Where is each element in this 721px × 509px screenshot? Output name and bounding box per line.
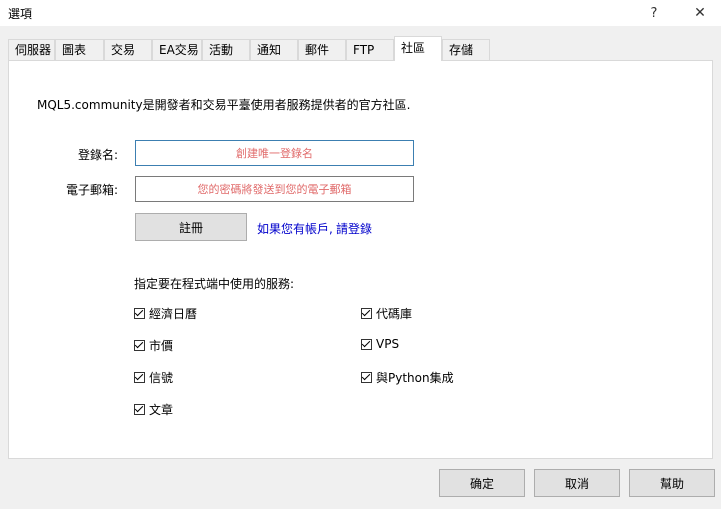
register-button[interactable]: 註冊 [135, 213, 247, 241]
login-input[interactable] [135, 140, 414, 166]
checkbox-checked-icon[interactable] [134, 404, 145, 415]
tab-ftp[interactable]: FTP [346, 39, 394, 60]
service-python-integration[interactable]: 與Python集成 [361, 369, 454, 386]
window-title: 選項 [8, 7, 33, 21]
checkbox-checked-icon[interactable] [361, 338, 372, 350]
service-label: VPS [376, 337, 400, 351]
login-label: 登錄名: [77, 148, 118, 162]
service-articles[interactable]: 文章 [134, 401, 173, 418]
services-title: 指定要在程式端中使用的服務: [134, 277, 295, 291]
checkbox-checked-icon[interactable] [361, 308, 372, 319]
service-economic-calendar[interactable]: 經濟日曆 [134, 305, 197, 322]
checkbox-checked-icon[interactable] [134, 372, 145, 383]
intro-text: MQL5.community是開發者和交易平臺使用者服務提供者的官方社區. [37, 98, 411, 112]
checkbox-checked-icon[interactable] [134, 340, 145, 351]
tab-events[interactable]: 活動 [202, 39, 250, 60]
email-input[interactable] [135, 176, 414, 202]
service-label: 信號 [149, 371, 174, 385]
title-bar: 選項 ? ✕ [0, 0, 721, 26]
close-icon[interactable]: ✕ [680, 0, 720, 26]
email-label: 電子郵箱: [65, 183, 118, 197]
checkbox-checked-icon[interactable] [134, 308, 145, 319]
service-code-base[interactable]: 代碼庫 [361, 305, 412, 322]
tab-notifications[interactable]: 通知 [250, 39, 298, 60]
tab-storage[interactable]: 存儲 [442, 39, 490, 60]
tab-email[interactable]: 郵件 [298, 39, 346, 60]
service-vps[interactable]: VPS [361, 337, 399, 351]
service-label: 經濟日曆 [149, 307, 198, 321]
login-link-prefix[interactable]: 如果您有帳戶, [257, 220, 333, 237]
cancel-button[interactable]: 取消 [534, 469, 620, 497]
help-icon[interactable]: ? [634, 0, 674, 26]
help-button[interactable]: 幫助 [629, 469, 715, 497]
service-label: 與Python集成 [376, 371, 454, 385]
tab-servers[interactable]: 伺服器 [8, 39, 55, 60]
service-label: 市價 [149, 339, 174, 353]
tab-charts[interactable]: 圖表 [55, 39, 104, 60]
tab-expert-advisors[interactable]: EA交易 [152, 39, 202, 60]
service-label: 代碼庫 [376, 307, 413, 321]
tab-community[interactable]: 社區 [394, 36, 442, 61]
community-panel: MQL5.community是開發者和交易平臺使用者服務提供者的官方社區. 登錄… [8, 60, 713, 459]
tab-trade[interactable]: 交易 [104, 39, 152, 60]
service-label: 文章 [149, 403, 174, 417]
service-market[interactable]: 市價 [134, 337, 173, 354]
checkbox-checked-icon[interactable] [361, 372, 372, 383]
ok-button[interactable]: 确定 [439, 469, 525, 497]
login-link[interactable]: 請登錄 [336, 220, 372, 237]
tab-strip: 伺服器 圖表 交易 EA交易 活動 通知 郵件 FTP 社區 存儲 [8, 36, 713, 61]
service-signals[interactable]: 信號 [134, 369, 173, 386]
